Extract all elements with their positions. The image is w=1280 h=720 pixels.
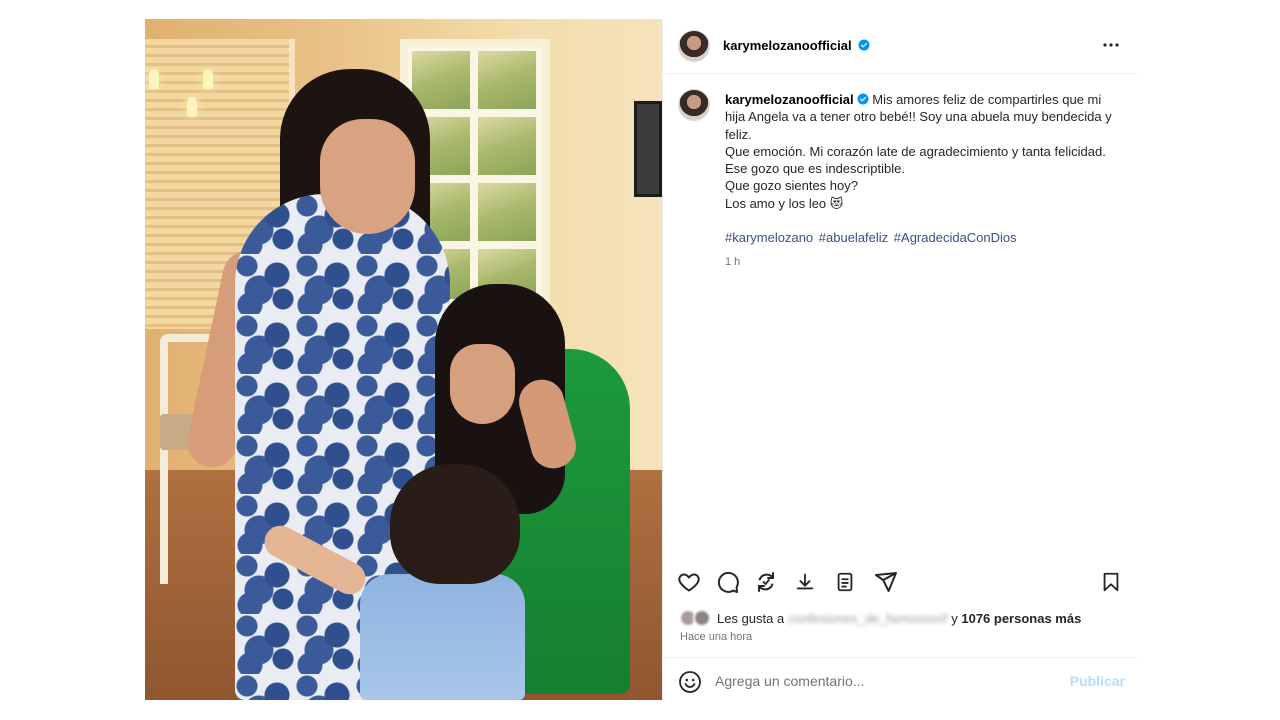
photo-chandelier: [145, 19, 220, 139]
download-button[interactable]: [792, 569, 818, 595]
copy-button[interactable]: [832, 569, 858, 595]
hashtag-link[interactable]: #abuelafeliz: [819, 230, 888, 245]
hashtag-link[interactable]: #AgradecidaConDios: [894, 230, 1017, 245]
post-caption: karymelozanoofficial Mis amores feliz de…: [663, 74, 1137, 564]
heart-icon: [678, 573, 700, 592]
instagram-post: karymelozanoofficial karymelozanoofficia…: [145, 19, 1137, 700]
caption-hashtags: #karymelozano #abuelafeliz #AgradecidaCo…: [725, 229, 1117, 246]
share-icon: [875, 572, 897, 592]
author-username-row[interactable]: karymelozanoofficial: [723, 38, 870, 53]
more-horizontal-icon: [1103, 43, 1119, 47]
save-button[interactable]: [1098, 569, 1124, 595]
caption-line: Los amo y los leo 😻: [725, 195, 844, 211]
comment-button[interactable]: [715, 569, 741, 595]
comment-input[interactable]: [715, 670, 1055, 692]
post-actions-bar: [663, 565, 1137, 605]
likes-connector: y: [951, 610, 958, 626]
caption-line: Que gozo sientes hoy?: [725, 178, 858, 194]
comment-icon: [717, 571, 739, 593]
caption-author-avatar[interactable]: [678, 89, 710, 121]
photo-wall-frame: [634, 101, 662, 197]
publish-button[interactable]: Publicar: [1070, 673, 1125, 689]
caption-author-username[interactable]: karymelozanoofficial: [725, 92, 854, 107]
liker-username[interactable]: confesiones_de_famosooof: [788, 611, 947, 626]
photo-child-dress: [360, 574, 525, 700]
verified-badge-icon: [858, 39, 870, 51]
bookmark-icon: [1103, 572, 1119, 592]
copy-icon: [837, 572, 853, 592]
post-header: karymelozanoofficial: [663, 19, 1137, 74]
emoji-button[interactable]: [678, 670, 702, 694]
liker-avatars: [679, 609, 713, 627]
like-button[interactable]: [676, 569, 702, 595]
comment-bar: Publicar: [663, 657, 1137, 700]
photo-child-hair: [390, 464, 520, 584]
author-username[interactable]: karymelozanoofficial: [723, 38, 852, 53]
post-timestamp[interactable]: Hace una hora: [680, 631, 752, 643]
hashtag-link[interactable]: #karymelozano: [725, 230, 813, 245]
likes-prefix: Les gusta a: [717, 610, 785, 626]
repost-button[interactable]: [753, 569, 779, 595]
post-photo[interactable]: [145, 19, 662, 700]
author-avatar[interactable]: [678, 30, 710, 62]
more-options-button[interactable]: [1099, 33, 1123, 57]
download-icon: [796, 573, 814, 590]
caption-timestamp[interactable]: 1 h: [725, 254, 1117, 271]
repost-icon: [758, 572, 774, 592]
photo-woman-face: [320, 119, 415, 234]
caption-body: karymelozanoofficial Mis amores feliz de…: [725, 91, 1117, 272]
verified-badge-icon: [857, 93, 869, 105]
caption-line: Que emoción. Mi corazón late de agradeci…: [725, 143, 1106, 177]
likes-count[interactable]: 1076 personas más: [961, 611, 1081, 626]
post-side-panel: karymelozanoofficial karymelozanoofficia…: [662, 19, 1137, 700]
share-button[interactable]: [873, 569, 899, 595]
emoji-icon: [679, 671, 701, 693]
likes-summary[interactable]: Les gusta a confesiones_de_famosooof y 1…: [679, 607, 1129, 629]
